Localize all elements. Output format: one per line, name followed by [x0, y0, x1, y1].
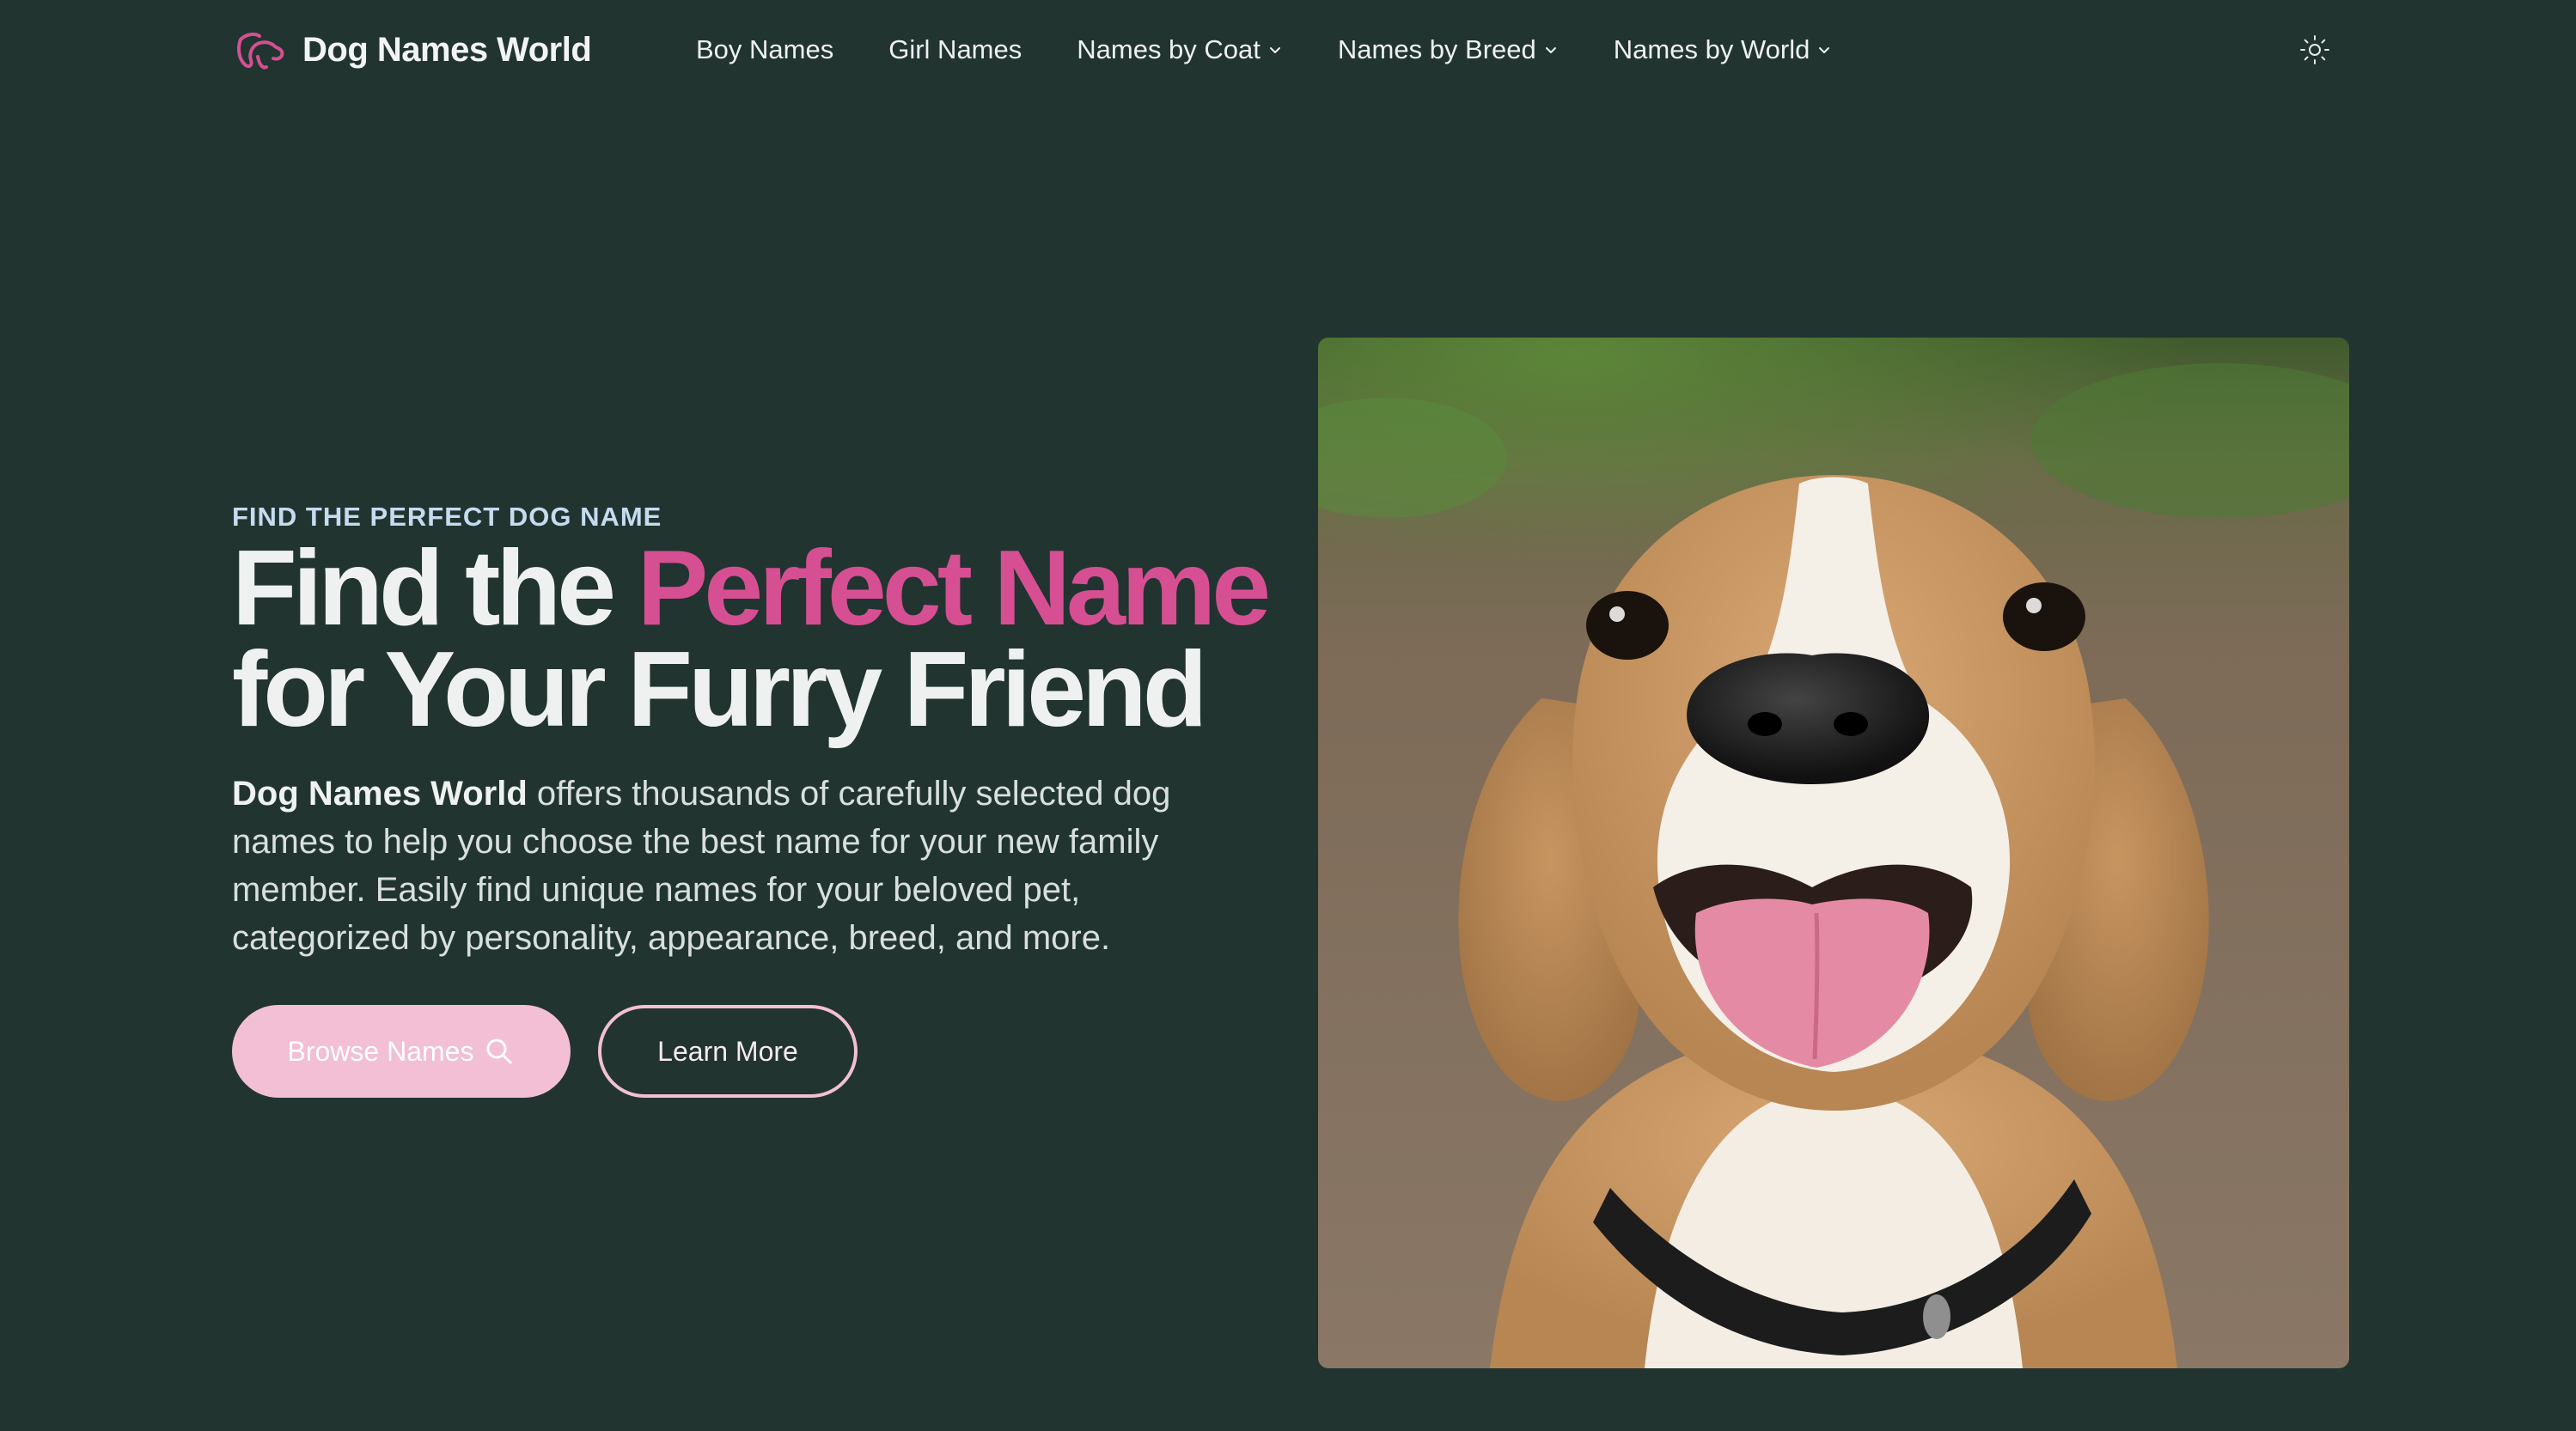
chevron-down-icon [1819, 47, 1830, 53]
nav-girl-names-label: Girl Names [888, 34, 1022, 64]
hero-eyebrow: FIND THE PERFECT DOG NAME [232, 502, 662, 532]
browse-names-button[interactable]: Browse Names [232, 1005, 571, 1098]
headline-end: for Your Furry Friend [232, 630, 1208, 749]
chevron-down-icon [1269, 47, 1280, 53]
nav-boy-names-label: Boy Names [696, 34, 834, 64]
hero-buttons: Browse Names Learn More [232, 1005, 858, 1098]
beagle-photo [1318, 338, 2349, 1368]
dog-head-icon [237, 32, 284, 70]
theme-toggle-button[interactable] [2296, 31, 2334, 69]
nav-girl-names[interactable]: Girl Names [888, 34, 1022, 65]
nav-names-by-coat-label: Names by Coat [1077, 34, 1261, 64]
nav-names-by-coat[interactable]: Names by Coat [1077, 34, 1283, 65]
intro-brand: Dog Names World [232, 775, 528, 813]
top-navbar: Dog Names World Boy Names Girl Names Nam… [0, 0, 2576, 100]
nav-names-by-world-label: Names by World [1613, 34, 1810, 64]
browse-names-label: Browse Names [287, 1035, 474, 1067]
main-nav: Boy Names Girl Names Names by Coat Names… [696, 26, 1887, 74]
nav-names-by-world[interactable]: Names by World [1614, 34, 1833, 65]
sun-icon [2300, 35, 2329, 64]
hero-intro: Dog Names World offers thousands of care… [232, 770, 1246, 962]
nav-boy-names[interactable]: Boy Names [696, 34, 833, 65]
nav-names-by-breed-label: Names by Breed [1337, 34, 1536, 64]
learn-more-button[interactable]: Learn More [598, 1005, 858, 1098]
nav-names-by-breed[interactable]: Names by Breed [1338, 34, 1559, 65]
search-icon [486, 1038, 512, 1064]
learn-more-label: Learn More [657, 1035, 798, 1067]
beagle-illustration [1318, 338, 2349, 1368]
hero-headline: Find the Perfect Name for Your Furry Fri… [232, 535, 1306, 743]
chevron-down-icon [1545, 47, 1556, 53]
brand-name: Dog Names World [302, 30, 592, 69]
brand-link[interactable]: Dog Names World [232, 19, 592, 81]
